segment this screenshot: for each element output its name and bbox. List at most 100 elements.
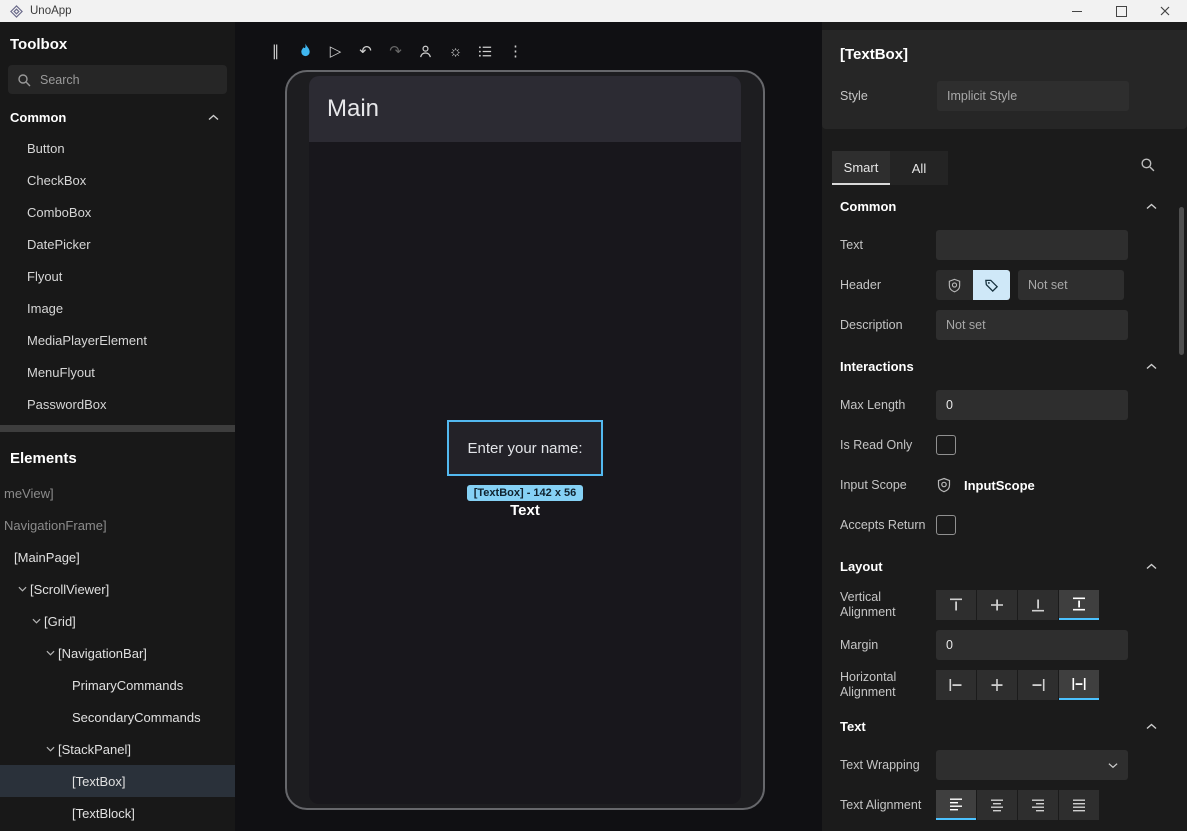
tree-item-frameview[interactable]: meView] bbox=[0, 477, 235, 509]
chevron-down-icon[interactable] bbox=[28, 618, 44, 624]
text-input[interactable] bbox=[936, 230, 1128, 260]
row-max-length: Max Length 0 bbox=[822, 385, 1187, 425]
accepts-return-checkbox[interactable] bbox=[936, 515, 956, 535]
header-input[interactable]: Not set bbox=[1018, 270, 1124, 300]
app-logo-icon bbox=[10, 5, 23, 18]
text-align-center-button[interactable] bbox=[977, 790, 1017, 820]
redo-icon[interactable]: ↷ bbox=[385, 39, 406, 63]
play-icon[interactable]: ▷ bbox=[325, 39, 346, 63]
chevron-down-icon[interactable] bbox=[14, 586, 30, 592]
drag-handle-icon[interactable]: ∥ bbox=[265, 39, 286, 63]
tree-item-primarycommands[interactable]: PrimaryCommands bbox=[0, 669, 235, 701]
tab-smart[interactable]: Smart bbox=[832, 151, 890, 185]
halign-right-button[interactable] bbox=[1018, 670, 1058, 700]
section-text[interactable]: Text bbox=[822, 707, 1187, 745]
halign-center-button[interactable] bbox=[977, 670, 1017, 700]
toolbox-item-passwordbox[interactable]: PasswordBox bbox=[0, 388, 235, 420]
selection-size-badge: [TextBox] - 142 x 56 bbox=[467, 485, 584, 501]
section-common[interactable]: Common bbox=[822, 187, 1187, 225]
valign-bottom-button[interactable] bbox=[1018, 590, 1058, 620]
tree-item-secondarycommands[interactable]: SecondaryCommands bbox=[0, 701, 235, 733]
row-text: Text bbox=[822, 225, 1187, 265]
tree-item-mainpage[interactable]: [MainPage] bbox=[0, 541, 235, 573]
toolbox-item-mediaplayerelement[interactable]: MediaPlayerElement bbox=[0, 324, 235, 356]
halign-stretch-button[interactable] bbox=[1059, 670, 1099, 700]
minimize-button[interactable] bbox=[1055, 0, 1099, 22]
chevron-down-icon[interactable] bbox=[42, 746, 58, 752]
toolbox-item-combobox[interactable]: ComboBox bbox=[0, 196, 235, 228]
undo-icon[interactable]: ↶ bbox=[355, 39, 376, 63]
canvas-textbox[interactable]: Enter your name: bbox=[447, 420, 603, 476]
margin-label: Margin bbox=[840, 638, 936, 653]
close-button[interactable] bbox=[1143, 0, 1187, 22]
toolbox-section-common[interactable]: Common bbox=[0, 102, 235, 132]
shield-icon[interactable] bbox=[936, 270, 973, 300]
list-check-icon[interactable] bbox=[475, 39, 496, 63]
valign-stretch-button[interactable] bbox=[1059, 590, 1099, 620]
horizontal-alignment-group bbox=[936, 670, 1099, 700]
valign-top-button[interactable] bbox=[936, 590, 976, 620]
is-read-only-checkbox[interactable] bbox=[936, 435, 956, 455]
tab-all[interactable]: All bbox=[890, 151, 948, 185]
text-wrapping-select[interactable] bbox=[936, 750, 1128, 780]
text-align-justify-button[interactable] bbox=[1059, 790, 1099, 820]
device-frame: Main Enter your name: [TextBox] - 142 x … bbox=[285, 70, 765, 810]
tree-item-textbox[interactable]: [TextBox] bbox=[0, 765, 235, 797]
accepts-return-label: Accepts Return bbox=[840, 518, 936, 533]
chevron-up-icon[interactable] bbox=[1146, 363, 1157, 370]
vertical-alignment-label: Vertical Alignment bbox=[840, 590, 936, 620]
input-scope-value[interactable]: InputScope bbox=[964, 478, 1035, 493]
tree-item-navigationframe[interactable]: NavigationFrame] bbox=[0, 509, 235, 541]
row-placeholder: Placeholder bbox=[822, 825, 1187, 831]
text-align-left-button[interactable] bbox=[936, 790, 976, 820]
halign-left-button[interactable] bbox=[936, 670, 976, 700]
properties-search-icon[interactable] bbox=[1140, 157, 1155, 172]
left-sidebar: Toolbox Common Button CheckBox ComboBox … bbox=[0, 22, 235, 831]
horizontal-alignment-label: Horizontal Alignment bbox=[840, 670, 936, 700]
margin-input[interactable]: 0 bbox=[936, 630, 1128, 660]
toolbox-item-datepicker[interactable]: DatePicker bbox=[0, 228, 235, 260]
search-icon bbox=[17, 73, 31, 87]
toolbox-search[interactable] bbox=[8, 65, 227, 94]
theme-icon[interactable]: ☼ bbox=[445, 39, 466, 63]
toolbox-search-input[interactable] bbox=[38, 72, 218, 88]
chevron-down-icon[interactable] bbox=[42, 650, 58, 656]
tag-icon[interactable] bbox=[973, 270, 1010, 300]
chevron-up-icon bbox=[208, 114, 219, 121]
row-text-wrapping: Text Wrapping bbox=[822, 745, 1187, 785]
chevron-up-icon[interactable] bbox=[1146, 723, 1157, 730]
chevron-up-icon[interactable] bbox=[1146, 563, 1157, 570]
canvas-textblock[interactable]: Text bbox=[510, 502, 540, 519]
max-length-input[interactable]: 0 bbox=[936, 390, 1128, 420]
user-icon[interactable] bbox=[415, 39, 436, 63]
shield-icon[interactable] bbox=[936, 477, 952, 493]
toolbox-item-flyout[interactable]: Flyout bbox=[0, 260, 235, 292]
hot-reload-flame-icon[interactable] bbox=[295, 39, 316, 63]
section-interactions[interactable]: Interactions bbox=[822, 347, 1187, 385]
maximize-button[interactable] bbox=[1099, 0, 1143, 22]
tree-item-scrollviewer[interactable]: [ScrollViewer] bbox=[0, 573, 235, 605]
style-input[interactable]: Implicit Style bbox=[937, 81, 1129, 111]
more-options-icon[interactable]: ⋮ bbox=[505, 39, 526, 63]
tree-item-navigationbar[interactable]: [NavigationBar] bbox=[0, 637, 235, 669]
toolbox-horizontal-scrollbar[interactable] bbox=[0, 425, 235, 432]
tree-item-grid[interactable]: [Grid] bbox=[0, 605, 235, 637]
properties-scrollbar[interactable] bbox=[1179, 207, 1184, 355]
toolbox-item-checkbox[interactable]: CheckBox bbox=[0, 164, 235, 196]
valign-center-button[interactable] bbox=[977, 590, 1017, 620]
toolbox-item-button[interactable]: Button bbox=[0, 132, 235, 164]
description-input[interactable]: Not set bbox=[936, 310, 1128, 340]
tree-item-textblock[interactable]: [TextBlock] bbox=[0, 797, 235, 829]
toolbox-item-image[interactable]: Image bbox=[0, 292, 235, 324]
text-alignment-label: Text Alignment bbox=[840, 798, 936, 813]
text-wrapping-label: Text Wrapping bbox=[840, 758, 936, 773]
chevron-up-icon[interactable] bbox=[1146, 203, 1157, 210]
toolbox-item-menuflyout[interactable]: MenuFlyout bbox=[0, 356, 235, 388]
selected-element-group: Enter your name: [TextBox] - 142 x 56 Te… bbox=[447, 420, 603, 519]
row-vertical-alignment: Vertical Alignment bbox=[822, 585, 1187, 625]
section-layout[interactable]: Layout bbox=[822, 547, 1187, 585]
tree-item-stackpanel[interactable]: [StackPanel] bbox=[0, 733, 235, 765]
elements-panel: Elements meView] NavigationFrame] [MainP… bbox=[0, 434, 235, 831]
text-align-right-button[interactable] bbox=[1018, 790, 1058, 820]
header-mode-toggle bbox=[936, 270, 1010, 300]
